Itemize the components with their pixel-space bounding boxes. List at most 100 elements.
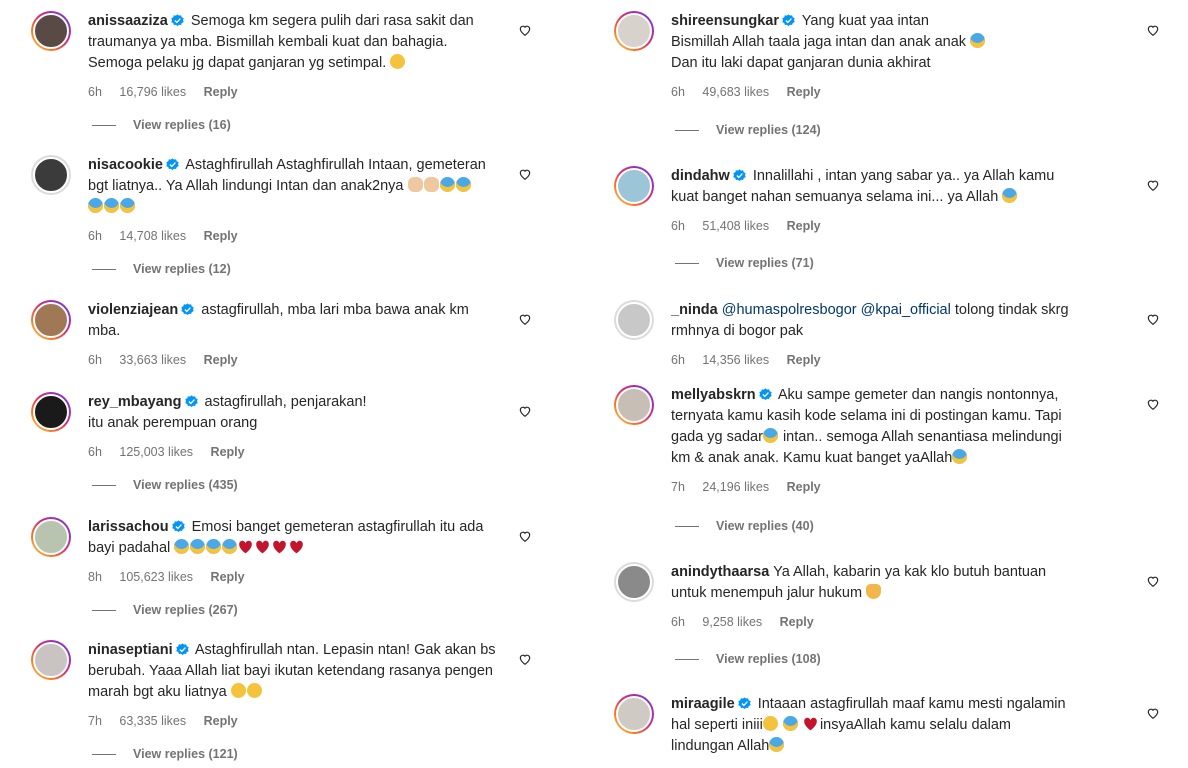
avatar[interactable] xyxy=(614,166,654,206)
comment-meta: 7h 24,196 likes Reply xyxy=(671,477,1128,498)
avatar[interactable] xyxy=(31,155,71,195)
avatar[interactable] xyxy=(31,640,71,680)
username[interactable]: dindahw xyxy=(671,168,730,184)
reply-button[interactable]: Reply xyxy=(787,219,821,233)
avatar[interactable] xyxy=(614,694,654,734)
reply-button[interactable]: Reply xyxy=(204,85,238,99)
avatar[interactable] xyxy=(31,11,71,51)
view-replies-button[interactable]: View replies (124) xyxy=(675,123,821,137)
verified-badge-icon xyxy=(782,14,795,27)
comment-text: kuat banget nahan semuanya selama ini...… xyxy=(671,189,999,205)
crying-face-emoji xyxy=(190,539,206,554)
like-count[interactable]: 14,708 likes xyxy=(119,229,186,243)
timestamp: 6h xyxy=(671,85,685,99)
heart-outline-icon[interactable] xyxy=(518,404,532,418)
avatar[interactable] xyxy=(31,392,71,432)
timestamp: 6h xyxy=(88,445,102,459)
like-count[interactable]: 63,335 likes xyxy=(119,714,186,728)
heart-outline-icon[interactable] xyxy=(1146,574,1160,588)
crying-face-emoji xyxy=(222,539,238,554)
comment-text: hal seperti iniii xyxy=(671,717,763,733)
red-heart-emoji xyxy=(239,540,253,554)
reply-button[interactable]: Reply xyxy=(204,714,238,728)
like-count[interactable]: 49,683 likes xyxy=(702,85,769,99)
comment-meta: 6h 16,796 likes Reply xyxy=(88,82,500,103)
view-replies-button[interactable]: View replies (12) xyxy=(92,262,231,276)
heart-outline-icon[interactable] xyxy=(1146,706,1160,720)
reply-button[interactable]: Reply xyxy=(780,615,814,629)
heart-outline-icon[interactable] xyxy=(518,312,532,326)
comment-text: lindungan Allah xyxy=(671,738,770,754)
comment-meta: 6h 14,708 likes Reply xyxy=(88,226,500,247)
username[interactable]: _ninda xyxy=(671,302,718,318)
comment-text: Dan itu laki dapat ganjaran dunia akhira… xyxy=(671,55,931,71)
username[interactable]: ninaseptiani xyxy=(88,642,173,658)
heart-outline-icon[interactable] xyxy=(1146,23,1160,37)
username[interactable]: shireensungkar xyxy=(671,13,779,29)
like-count[interactable]: 16,796 likes xyxy=(119,85,186,99)
timestamp: 6h xyxy=(88,85,102,99)
username[interactable]: miraagile xyxy=(671,696,735,712)
view-replies-button[interactable]: View replies (108) xyxy=(675,652,821,666)
username[interactable]: anindythaarsa xyxy=(671,564,769,580)
comment-text: Emosi banget gemeteran astagfirullah itu… xyxy=(191,519,484,535)
heart-outline-icon[interactable] xyxy=(518,23,532,37)
like-count[interactable]: 105,623 likes xyxy=(119,570,193,584)
mention-link[interactable]: @humaspolresbogor xyxy=(722,302,857,318)
like-count[interactable]: 33,663 likes xyxy=(119,353,186,367)
username[interactable]: mellyabskrn xyxy=(671,387,756,403)
view-replies-button[interactable]: View replies (16) xyxy=(92,118,231,132)
sad-face-emoji xyxy=(246,683,262,698)
comment-meta: 6h 33,663 likes Reply xyxy=(88,350,500,371)
heart-outline-icon[interactable] xyxy=(518,652,532,666)
comment-text: Bismillah Allah taala jaga intan dan ana… xyxy=(671,34,967,50)
view-replies-button[interactable]: View replies (121) xyxy=(92,747,238,761)
sad-face-emoji xyxy=(762,716,778,731)
reply-button[interactable]: Reply xyxy=(787,85,821,99)
avatar[interactable] xyxy=(31,517,71,557)
like-count[interactable]: 125,003 likes xyxy=(119,445,193,459)
reply-button[interactable]: Reply xyxy=(787,353,821,367)
open-hands-emoji xyxy=(407,177,423,192)
avatar[interactable] xyxy=(31,300,71,340)
reply-button[interactable]: Reply xyxy=(787,480,821,494)
crying-face-emoji xyxy=(206,539,222,554)
username[interactable]: rey_mbayang xyxy=(88,394,182,410)
heart-outline-icon[interactable] xyxy=(1146,178,1160,192)
view-replies-button[interactable]: View replies (71) xyxy=(675,256,814,270)
comment-text: Astaghfirullah ntan. Lepasin ntan! Gak a… xyxy=(194,642,496,658)
comment-text: marah bgt aku liatnya xyxy=(88,684,227,700)
username[interactable]: violenziajean xyxy=(88,302,178,318)
like-count[interactable]: 9,258 likes xyxy=(702,615,762,629)
username[interactable]: anissaaziza xyxy=(88,13,168,29)
avatar[interactable] xyxy=(614,300,654,340)
heart-outline-icon[interactable] xyxy=(1146,312,1160,326)
reply-button[interactable]: Reply xyxy=(204,353,238,367)
avatar[interactable] xyxy=(614,11,654,51)
reply-button[interactable]: Reply xyxy=(204,229,238,243)
crying-face-emoji xyxy=(104,198,119,213)
like-count[interactable]: 24,196 likes xyxy=(702,480,769,494)
comment-text: bayi padahal xyxy=(88,540,171,556)
view-replies-button[interactable]: View replies (40) xyxy=(675,519,814,533)
comment-meta: 6h 14,356 likes Reply xyxy=(671,350,1128,371)
reply-button[interactable]: Reply xyxy=(211,570,245,584)
reply-button[interactable]: Reply xyxy=(211,445,245,459)
heart-outline-icon[interactable] xyxy=(1146,397,1160,411)
comment-text: traumanya ya mba. Bismillah kembali kuat… xyxy=(88,34,448,50)
like-count[interactable]: 14,356 likes xyxy=(702,353,769,367)
mention-link[interactable]: @kpai_official xyxy=(861,302,951,318)
comment-text: gada yg sadar xyxy=(671,429,763,445)
comment-text: Semoga km segera pulih dari rasa sakit d… xyxy=(190,13,474,29)
avatar[interactable] xyxy=(614,562,654,602)
view-replies-button[interactable]: View replies (267) xyxy=(92,603,238,617)
username[interactable]: nisacookie xyxy=(88,157,163,173)
view-replies-button[interactable]: View replies (435) xyxy=(92,478,238,492)
heart-outline-icon[interactable] xyxy=(518,167,532,181)
username[interactable]: larissachou xyxy=(88,519,169,535)
comment-text: untuk menempuh jalur hukum xyxy=(671,585,863,601)
avatar[interactable] xyxy=(614,385,654,425)
heart-outline-icon[interactable] xyxy=(518,529,532,543)
comment-meta: 7h 63,335 likes Reply xyxy=(88,711,500,732)
like-count[interactable]: 51,408 likes xyxy=(702,219,769,233)
